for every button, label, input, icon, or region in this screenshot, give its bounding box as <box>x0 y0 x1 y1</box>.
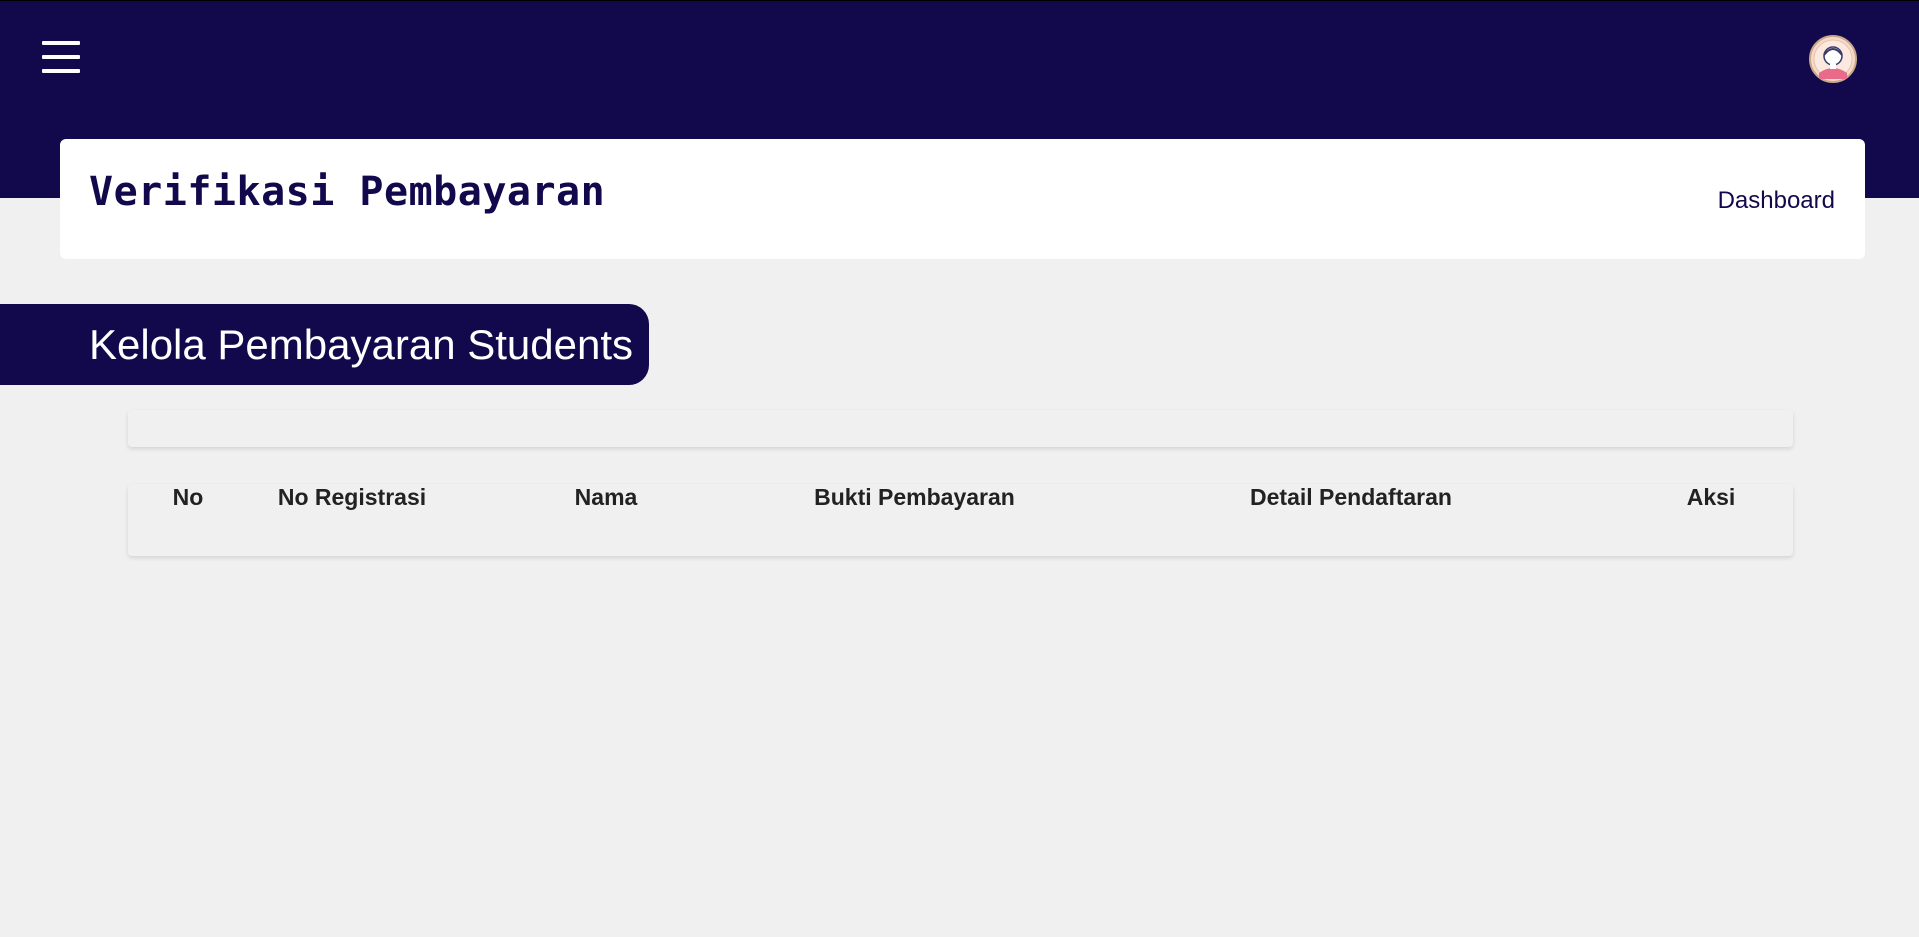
table-toolbar <box>128 410 1793 447</box>
hamburger-line <box>42 55 80 59</box>
table-header-row: No No Registrasi Nama Bukti Pembayaran D… <box>128 484 1793 511</box>
hamburger-line <box>42 69 80 73</box>
column-header-no[interactable]: No <box>128 484 248 511</box>
column-header-bukti-pembayaran[interactable]: Bukti Pembayaran <box>756 484 1073 511</box>
hamburger-line <box>42 41 80 45</box>
breadcrumb-dashboard-link[interactable]: Dashboard <box>1718 187 1835 215</box>
table-body <box>128 511 1793 556</box>
page-header-card: Verifikasi Pembayaran Dashboard <box>60 139 1865 259</box>
column-header-detail-pendaftaran[interactable]: Detail Pendaftaran <box>1073 484 1629 511</box>
hamburger-menu-icon[interactable] <box>40 35 82 79</box>
section-title: Kelola Pembayaran Students <box>89 321 634 368</box>
avatar-graphic <box>1809 35 1857 83</box>
payments-table: No No Registrasi Nama Bukti Pembayaran D… <box>128 484 1793 556</box>
section-banner: Kelola Pembayaran Students <box>0 304 649 385</box>
column-header-no-registrasi[interactable]: No Registrasi <box>248 484 456 511</box>
user-avatar-icon[interactable] <box>1809 35 1857 83</box>
column-header-aksi[interactable]: Aksi <box>1629 484 1793 511</box>
column-header-nama[interactable]: Nama <box>456 484 756 511</box>
page-title: Verifikasi Pembayaran <box>89 169 606 215</box>
payments-table-container: No No Registrasi Nama Bukti Pembayaran D… <box>128 484 1793 556</box>
